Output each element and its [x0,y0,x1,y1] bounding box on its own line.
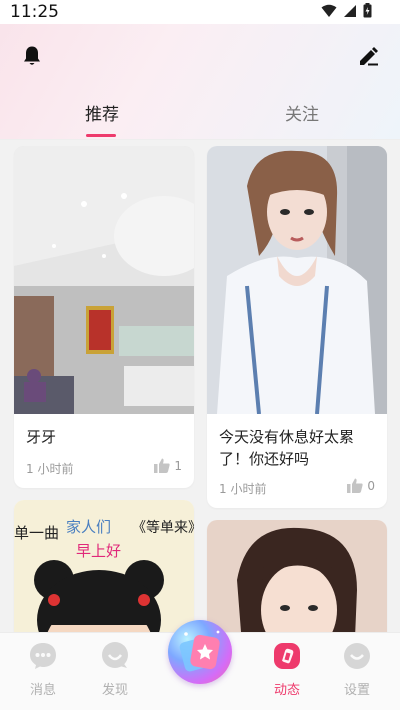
nav-messages[interactable]: 消息 [8,633,78,710]
thumbs-up-icon [154,458,170,473]
post-time: 1 小时前 [26,462,74,476]
photo-text: 早上好 [76,542,121,560]
post-image[interactable] [207,146,387,414]
edit-icon[interactable] [356,44,380,68]
post-title: 今天没有休息好太累了！你还好吗 [219,428,355,468]
feed-card[interactable]: 牙牙 1 小时前 1 [14,146,194,488]
nav-discover[interactable]: 发现 [80,633,150,710]
like-button[interactable]: 0 [347,478,375,493]
publish-button[interactable] [168,620,232,684]
post-time: 1 小时前 [219,482,267,496]
nav-label: 设置 [343,683,370,698]
tab-underline [86,134,116,137]
like-button[interactable]: 1 [154,458,182,473]
discover-icon [102,642,128,668]
like-count: 0 [367,478,375,493]
battery-icon [363,3,372,18]
nav-feed[interactable]: 动态 [252,633,322,710]
tab-following[interactable]: 关注 [262,100,342,125]
post-title: 牙牙 [26,428,57,446]
photo-text: 单一曲 [14,524,59,542]
message-icon [30,643,56,669]
signal-icon [344,4,356,17]
status-time: 11:25 [10,2,59,22]
nav-label: 消息 [29,683,56,698]
bell-icon[interactable] [20,44,44,68]
nav-settings[interactable]: 设置 [322,633,392,710]
nav-label: 动态 [273,683,300,698]
settings-icon [344,643,370,669]
status-bar: 11:25 [0,0,400,24]
wifi-icon [321,4,337,17]
photo-text: 家人们 [66,518,111,536]
photo-text: 《等单来》 [132,519,194,536]
feed-card[interactable]: 今天没有休息好太累了！你还好吗 1 小时前 0 [207,146,387,508]
nav-label: 发现 [101,683,128,698]
like-count: 1 [174,458,182,473]
tab-recommend[interactable]: 推荐 [62,100,142,125]
publish-icon [179,630,220,672]
post-image[interactable] [14,146,194,414]
feed-icon [274,643,300,669]
thumbs-up-icon [347,478,363,493]
